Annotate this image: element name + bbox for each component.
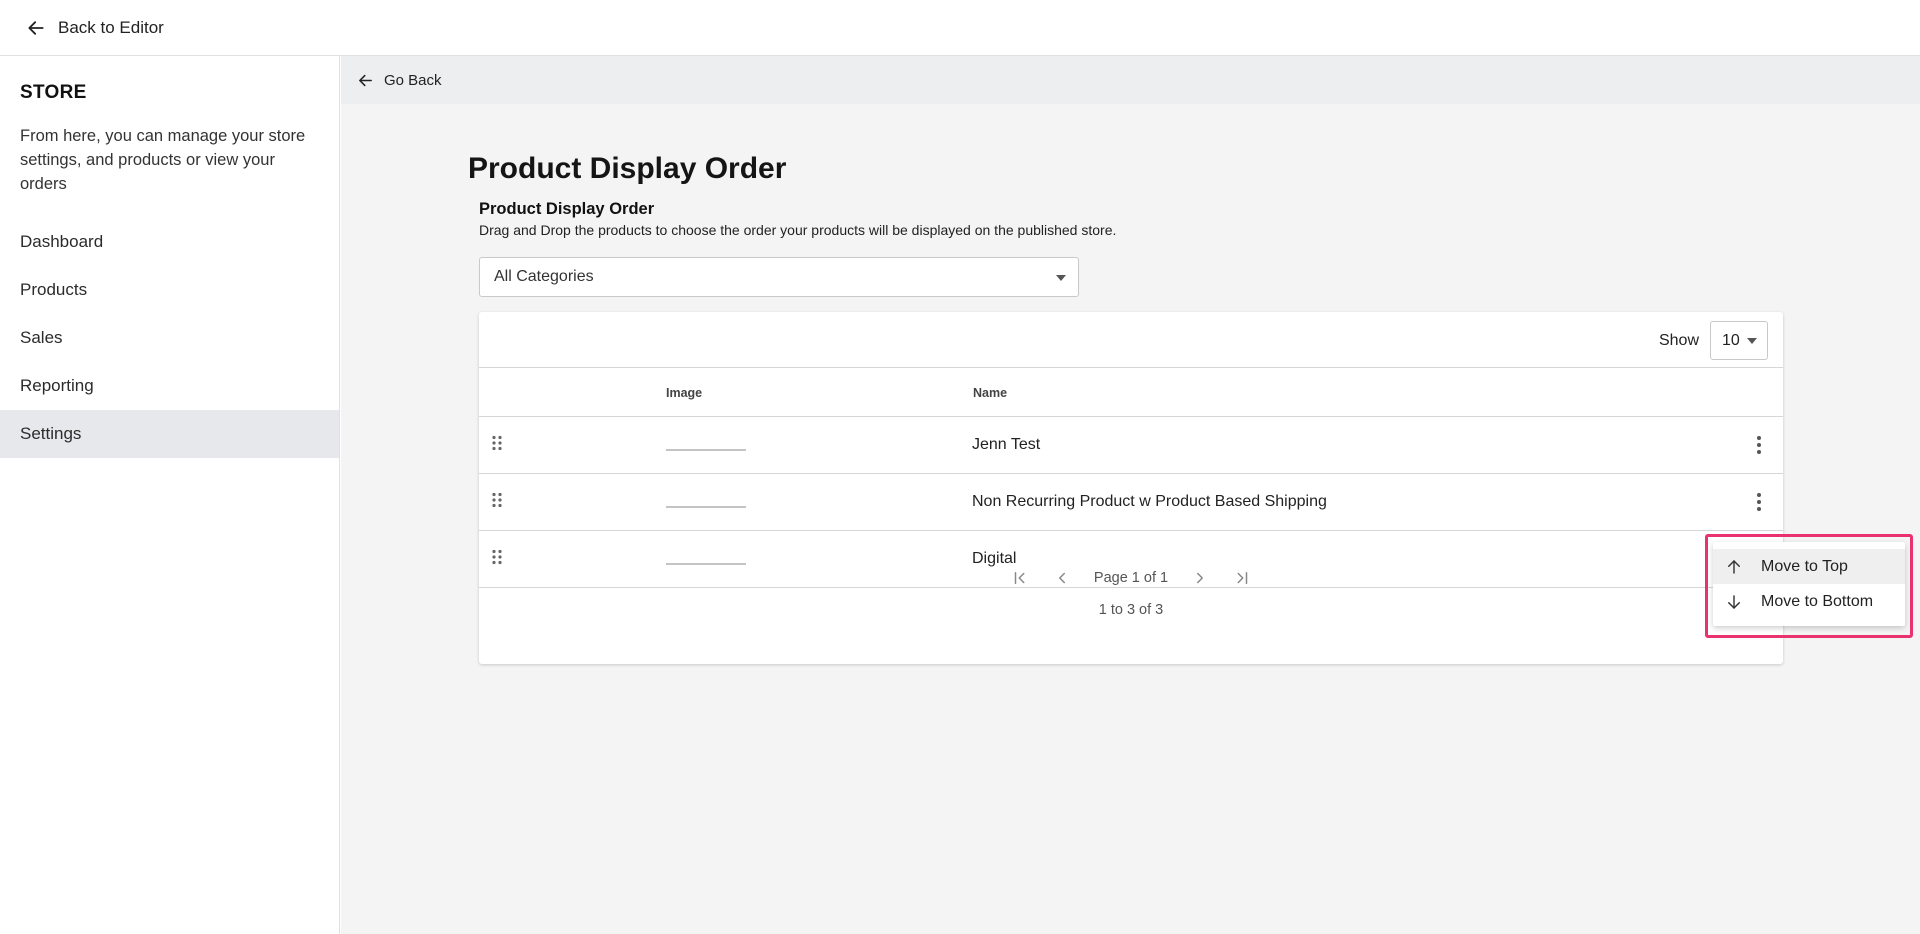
first-page-button[interactable] [1010, 568, 1030, 588]
product-image-placeholder [666, 449, 746, 451]
page-size-value: 10 [1722, 331, 1740, 349]
row-context-menu: Move to Top Move to Bottom [1705, 534, 1913, 638]
arrow-left-icon [28, 20, 44, 35]
chevron-right-icon [1197, 572, 1204, 584]
caret-down-icon [1056, 275, 1066, 281]
go-back-label: Go Back [384, 71, 442, 89]
sidebar: STORE From here, you can manage your sto… [0, 56, 340, 934]
section-title: Product Display Order [479, 200, 655, 218]
sidebar-nav: Dashboard Products Sales Reporting Setti… [0, 218, 339, 458]
last-page-button[interactable] [1232, 568, 1252, 588]
column-header-image: Image [666, 386, 703, 400]
drag-handle-icon[interactable] [491, 549, 503, 565]
chevron-left-icon [1058, 572, 1065, 584]
page-indicator: Page 1 of 1 [1093, 570, 1169, 586]
section-description: Drag and Drop the products to choose the… [479, 222, 1117, 238]
sidebar-item-dashboard[interactable]: Dashboard [0, 218, 339, 266]
sidebar-item-products[interactable]: Products [0, 266, 339, 314]
move-to-bottom-label: Move to Bottom [1761, 592, 1874, 610]
table-row[interactable]: Non Recurring Product w Product Based Sh… [479, 474, 1783, 531]
drag-handle-icon[interactable] [491, 435, 503, 451]
sidebar-item-settings[interactable]: Settings [0, 410, 339, 458]
move-to-bottom-option[interactable]: Move to Bottom [1713, 584, 1905, 619]
go-back-button[interactable]: Go Back [357, 72, 442, 89]
top-bar: Back to Editor [0, 0, 1920, 56]
back-to-editor-button[interactable]: Back to Editor [26, 18, 164, 38]
first-page-icon [1014, 572, 1025, 584]
product-image-placeholder [666, 506, 746, 508]
sidebar-description: From here, you can manage your store set… [20, 127, 306, 193]
pagination: Page 1 of 1 [479, 568, 1783, 588]
main-content: Go Back Product Display Order Product Di… [341, 56, 1920, 934]
arrow-down-icon [1728, 594, 1740, 609]
caret-down-icon [1747, 338, 1757, 344]
previous-page-button[interactable] [1052, 568, 1072, 588]
next-page-button[interactable] [1190, 568, 1210, 588]
results-range: 1 to 3 of 3 [1098, 602, 1164, 618]
page-size-control: Show 10 [1659, 321, 1768, 360]
products-table: Show 10 Image Name Jenn Test Non Recurri… [479, 312, 1783, 664]
sidebar-title: STORE [20, 82, 87, 103]
show-label: Show [1658, 331, 1699, 349]
product-name: Non Recurring Product w Product Based Sh… [972, 493, 1327, 510]
product-name: Digital [972, 550, 1017, 567]
context-menu-panel: Move to Top Move to Bottom [1713, 542, 1905, 626]
last-page-icon [1237, 572, 1248, 584]
category-dropdown[interactable]: All Categories [479, 257, 1079, 297]
page-title: Product Display Order [468, 152, 787, 185]
arrow-left-icon [359, 74, 372, 86]
more-options-icon[interactable] [1755, 491, 1763, 513]
arrow-up-icon [1728, 559, 1740, 574]
product-name: Jenn Test [972, 436, 1041, 453]
column-header-name: Name [973, 386, 1008, 400]
sub-header: Go Back [341, 56, 1920, 104]
drag-handle-icon[interactable] [491, 492, 503, 508]
move-to-top-option[interactable]: Move to Top [1713, 549, 1905, 584]
product-image-placeholder [666, 563, 746, 565]
page-size-dropdown[interactable]: 10 [1710, 321, 1768, 360]
move-to-top-label: Move to Top [1761, 557, 1848, 575]
table-row[interactable]: Jenn Test [479, 417, 1783, 474]
category-dropdown-value: All Categories [494, 268, 594, 285]
back-to-editor-label: Back to Editor [58, 17, 164, 37]
more-options-icon[interactable] [1755, 434, 1763, 456]
table-header: Image Name [479, 367, 1783, 417]
sidebar-item-sales[interactable]: Sales [0, 314, 339, 362]
sidebar-item-reporting[interactable]: Reporting [0, 362, 339, 410]
